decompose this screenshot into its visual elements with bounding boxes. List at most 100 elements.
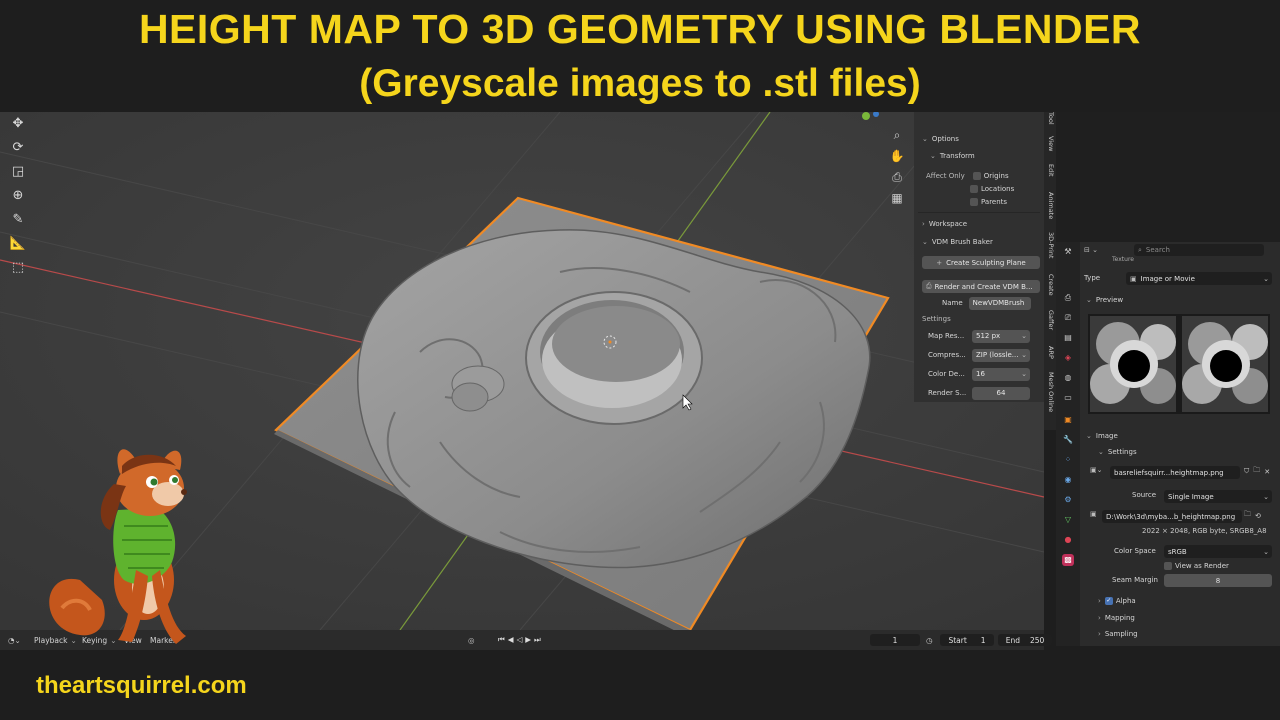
modifier-tab-icon[interactable]: 🔧: [1062, 434, 1074, 446]
options-label: Options: [931, 135, 959, 143]
create-sculpting-plane-button[interactable]: + Create Sculpting Plane: [922, 256, 1040, 269]
annotate-icon[interactable]: ✎: [6, 208, 30, 230]
physics-tab-icon[interactable]: ◉: [1062, 474, 1074, 486]
heightmap-preview-image: [1088, 314, 1270, 414]
image-actions: ⛉ 🗀 ✕: [1244, 466, 1270, 477]
image-settings-header[interactable]: ⌄ Settings: [1098, 448, 1137, 456]
tab-tool[interactable]: Tool: [1045, 112, 1055, 125]
render-tab-icon[interactable]: ⎙: [1062, 292, 1074, 304]
mapping-header[interactable]: › Mapping: [1098, 614, 1135, 622]
transform-icon[interactable]: ⊕: [6, 184, 30, 206]
collection-tab-icon[interactable]: ▭: [1062, 392, 1074, 404]
add-cube-icon[interactable]: ⬚: [6, 256, 30, 278]
current-frame-field[interactable]: 1: [870, 634, 920, 646]
alpha-header[interactable]: › ✓ Alpha: [1098, 597, 1136, 605]
sampling-header[interactable]: › Sampling: [1098, 630, 1138, 638]
workspace-header[interactable]: › Workspace: [914, 216, 1044, 232]
editor-type-icon[interactable]: ⊟ ⌄: [1084, 246, 1098, 254]
map-res-dropdown[interactable]: 512 px ⌄: [972, 329, 1030, 343]
tab-create[interactable]: Create: [1045, 274, 1055, 296]
image-info-text: 2022 × 2048, RGB byte, SRGB8_A8: [1142, 527, 1267, 535]
vdm-header[interactable]: ⌄ VDM Brush Baker: [914, 234, 1044, 250]
type-dropdown[interactable]: ▣ Image or Movie ⌄: [1126, 272, 1272, 285]
seam-margin-field[interactable]: 8: [1164, 574, 1272, 587]
texture-tab-icon[interactable]: ▩: [1062, 554, 1074, 566]
viewport-navigation: ⌕ ✋ ⎙ ▦: [886, 128, 908, 212]
shield-icon[interactable]: ⛉: [1244, 467, 1249, 476]
render-create-vdm-button[interactable]: ⎙ Render and Create VDM B...: [922, 280, 1040, 293]
tab-arp[interactable]: ARP: [1045, 346, 1055, 359]
material-tab-icon[interactable]: ●: [1062, 534, 1074, 546]
screenshot: HEIGHT MAP TO 3D GEOMETRY USING BLENDER …: [0, 0, 1280, 720]
clock-icon: ◷: [926, 635, 933, 645]
playback-controls[interactable]: ⏮◀◁▶⏭: [498, 634, 544, 646]
locations-label: Locations: [981, 185, 1015, 193]
site-url: theartsquirrel.com: [36, 672, 247, 699]
affect-only-label: Affect Only: [926, 172, 965, 180]
particles-tab-icon[interactable]: ⁘: [1062, 454, 1074, 466]
zoom-icon[interactable]: ⌕: [886, 128, 908, 149]
source-dropdown[interactable]: Single Image ⌄: [1164, 490, 1272, 503]
image-browse-icon[interactable]: ▣⌄: [1090, 466, 1102, 474]
name-field[interactable]: NewVDMBrush: [968, 296, 1031, 310]
alpha-checkbox[interactable]: ✓: [1104, 597, 1113, 605]
color-depth-dropdown[interactable]: 16 ⌄: [972, 367, 1030, 381]
outliner-area: [1056, 112, 1280, 242]
origins-checkbox[interactable]: [972, 172, 981, 180]
measure-icon[interactable]: 📐: [6, 232, 30, 254]
object-tab-icon[interactable]: ▣: [1062, 414, 1074, 426]
tab-3d-print[interactable]: 3D-Print: [1045, 232, 1055, 258]
preview-header[interactable]: ⌄ Preview: [1086, 296, 1123, 304]
render-samples-field[interactable]: 64: [972, 386, 1030, 400]
view-as-render-label: View as Render: [1175, 562, 1229, 570]
tab-mesh-online[interactable]: Mesh Online: [1045, 372, 1055, 412]
settings-label: Settings: [922, 315, 951, 323]
sidebar-n-panel: ⌄ Options ⌄ Transform Affect Only Origins L…: [914, 112, 1044, 402]
tab-gaffer[interactable]: Gaffer: [1045, 310, 1055, 330]
reload-icon[interactable]: ⟲: [1255, 512, 1261, 520]
move-icon[interactable]: ✥: [6, 112, 30, 134]
locations-checkbox[interactable]: [970, 185, 978, 193]
data-tab-icon[interactable]: ▽: [1062, 514, 1074, 526]
title-line-2: (Greyscale images to .stl files): [359, 62, 921, 105]
scene-tab-icon[interactable]: ◈: [1062, 352, 1074, 364]
scale-icon[interactable]: ◲: [6, 160, 30, 182]
close-icon[interactable]: ✕: [1264, 468, 1270, 476]
end-frame-field[interactable]: End 250: [998, 634, 1052, 646]
tool-shelf: ✥ ⟳ ◲ ⊕ ✎ 📐 ⬚: [6, 112, 32, 280]
compress-label: Compres...: [928, 351, 966, 359]
compression-dropdown[interactable]: ZIP (lossle... ⌄: [972, 348, 1030, 362]
properties-search-input[interactable]: ⌕ Search: [1134, 244, 1264, 256]
tab-edit[interactable]: Edit: [1045, 164, 1055, 177]
filepath-actions: 🗀 ⟲: [1244, 510, 1261, 521]
folder-icon[interactable]: 🗀: [1244, 510, 1251, 521]
options-header[interactable]: ⌄ Options: [914, 131, 1044, 147]
color-space-dropdown[interactable]: sRGB ⌄: [1164, 545, 1272, 558]
tab-animate[interactable]: Animate: [1045, 192, 1055, 219]
output-tab-icon[interactable]: ⎚: [1062, 312, 1074, 324]
properties-tabs: ⚒ ⎙ ⎚ ▤ ◈ ◍ ▭ ▣ 🔧 ⁘ ◉ ⚙ ▽ ● ▩: [1056, 242, 1080, 646]
grid-icon[interactable]: ▦: [886, 191, 908, 212]
world-tab-icon[interactable]: ◍: [1062, 372, 1074, 384]
rotate-icon[interactable]: ⟳: [6, 136, 30, 158]
tool-tab-icon[interactable]: ⚒: [1062, 246, 1074, 258]
transform-header[interactable]: ⌄ Transform: [914, 148, 1044, 164]
folder-icon[interactable]: 🗀: [1253, 466, 1260, 477]
record-icon[interactable]: ◎: [468, 634, 475, 646]
image-file-field[interactable]: basreliefsquirr...heightmap.png: [1110, 466, 1240, 479]
view-layer-tab-icon[interactable]: ▤: [1062, 332, 1074, 344]
parents-checkbox[interactable]: [970, 198, 978, 206]
view-as-render-checkbox[interactable]: [1164, 562, 1172, 570]
color-space-label: Color Space: [1114, 547, 1156, 555]
name-label: Name: [942, 299, 963, 307]
color-depth-label: Color De...: [928, 370, 965, 378]
start-frame-field[interactable]: Start 1: [940, 634, 994, 646]
tab-view[interactable]: View: [1045, 136, 1055, 151]
filepath-field[interactable]: D:\Work\3d\myba...b_heightmap.png: [1102, 510, 1242, 523]
image-header[interactable]: ⌄ Image: [1086, 432, 1118, 440]
title-line-1: HEIGHT MAP TO 3D GEOMETRY USING BLENDER: [138, 6, 1142, 52]
constraints-tab-icon[interactable]: ⚙: [1062, 494, 1074, 506]
pan-hand-icon[interactable]: ✋: [886, 149, 908, 170]
camera-icon[interactable]: ⎙: [886, 170, 908, 191]
editor-type-icon[interactable]: ◔⌄: [8, 634, 21, 646]
